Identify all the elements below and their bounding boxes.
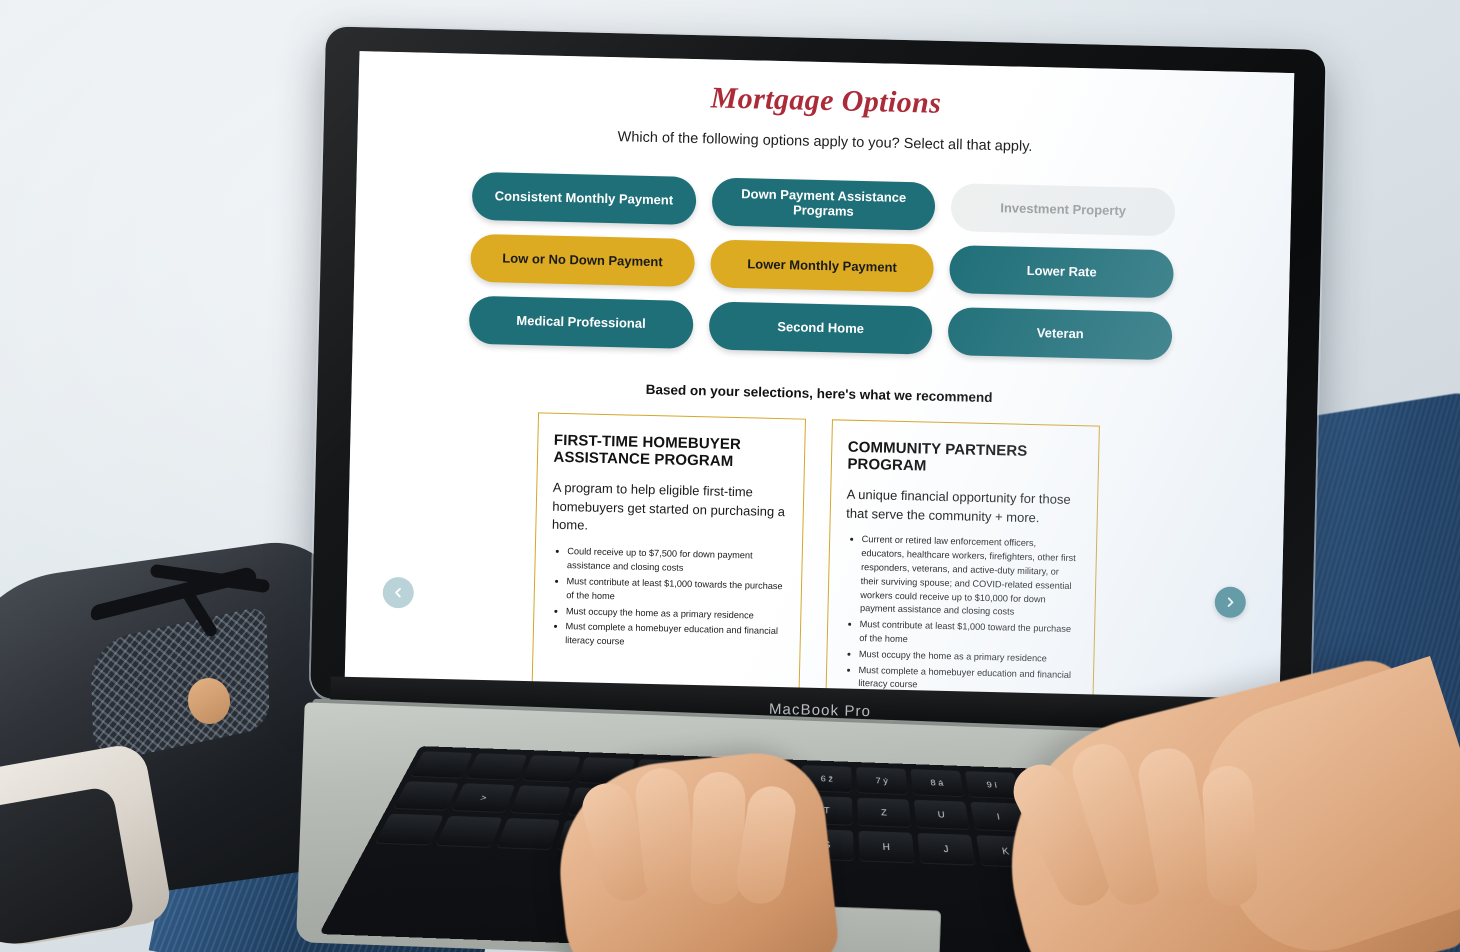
recommendation-heading: Based on your selections, here's what we… (382, 376, 1257, 412)
list-item: Must contribute at least $1,000 toward t… (859, 618, 1078, 651)
program-card-bullets: Could receive up to $7,500 for down paym… (549, 545, 785, 655)
keyboard-key[interactable] (410, 751, 473, 778)
carousel-next-button[interactable] (1214, 586, 1246, 618)
page-subtitle: Which of the following options apply to … (387, 124, 1262, 161)
keyboard-key[interactable]: > (451, 783, 515, 813)
keyboard-key[interactable] (496, 818, 561, 850)
program-card: COMMUNITY PARTNERS PROGRAM A unique fina… (824, 419, 1099, 701)
chevron-right-icon (1224, 596, 1237, 609)
option-pill-down-payment-assistance-programs[interactable]: Down Payment Assistance Programs (711, 177, 936, 230)
keyboard-key[interactable] (435, 816, 502, 848)
photo-scene: Mortgage Options Which of the following … (0, 0, 1460, 952)
keyboard-key[interactable]: Z (858, 798, 912, 828)
option-pill-grid: Consistent Monthly Payment Down Payment … (383, 170, 1262, 363)
carousel-prev-button[interactable] (382, 577, 414, 609)
keyboard-key[interactable]: 7 ý (856, 767, 908, 795)
option-pill-medical-professional[interactable]: Medical Professional (469, 296, 694, 349)
option-pill-consistent-monthly-payment[interactable]: Consistent Monthly Payment (472, 172, 697, 225)
program-card-title: COMMUNITY PARTNERS PROGRAM (847, 439, 1082, 479)
page-title: Mortgage Options (388, 74, 1264, 129)
recommendation-carousel: FIRST-TIME HOMEBUYER ASSISTANCE PROGRAM … (374, 409, 1256, 701)
keyboard-key[interactable]: U (914, 800, 970, 830)
list-item: Must contribute at least $1,000 towards … (566, 575, 785, 608)
list-item: Current or retired law enforcement offic… (860, 534, 1080, 622)
list-item: Could receive up to $7,500 for down paym… (567, 545, 786, 578)
keyboard-key[interactable]: J (917, 833, 975, 866)
keyboard-key[interactable]: H (859, 831, 915, 864)
macbook-pro-laptop: Mortgage Options Which of the following … (0, 0, 1460, 952)
keyboard-key[interactable] (509, 785, 571, 815)
keyboard-key[interactable] (466, 753, 527, 780)
program-card-bullets: Current or retired law enforcement offic… (842, 533, 1080, 698)
option-pill-lower-monthly-payment[interactable]: Lower Monthly Payment (710, 239, 935, 292)
keyboard-key[interactable] (393, 781, 459, 811)
keyboard-key[interactable] (375, 814, 444, 846)
option-pill-investment-property: Investment Property (951, 183, 1176, 236)
list-item: Must complete a homebuyer education and … (565, 620, 784, 653)
keyboard-key[interactable]: 8 á (911, 769, 964, 797)
program-card: FIRST-TIME HOMEBUYER ASSISTANCE PROGRAM … (530, 412, 805, 701)
chevron-left-icon (392, 586, 405, 599)
program-card-description: A program to help eligible first-time ho… (552, 479, 787, 541)
option-pill-veteran[interactable]: Veteran (948, 307, 1173, 360)
mortgage-options-page: Mortgage Options Which of the following … (345, 51, 1295, 701)
option-pill-second-home[interactable]: Second Home (708, 301, 933, 354)
option-pill-lower-rate[interactable]: Lower Rate (949, 245, 1174, 298)
finger (1201, 765, 1258, 907)
program-card-description: A unique financial opportunity for those… (846, 485, 1081, 528)
keyboard-key[interactable]: 9 í (965, 771, 1020, 799)
laptop-screen: Mortgage Options Which of the following … (345, 51, 1295, 701)
option-pill-low-or-no-down-payment[interactable]: Low or No Down Payment (470, 234, 695, 287)
keyboard-key[interactable] (522, 755, 581, 783)
program-card-title: FIRST-TIME HOMEBUYER ASSISTANCE PROGRAM (553, 432, 788, 472)
